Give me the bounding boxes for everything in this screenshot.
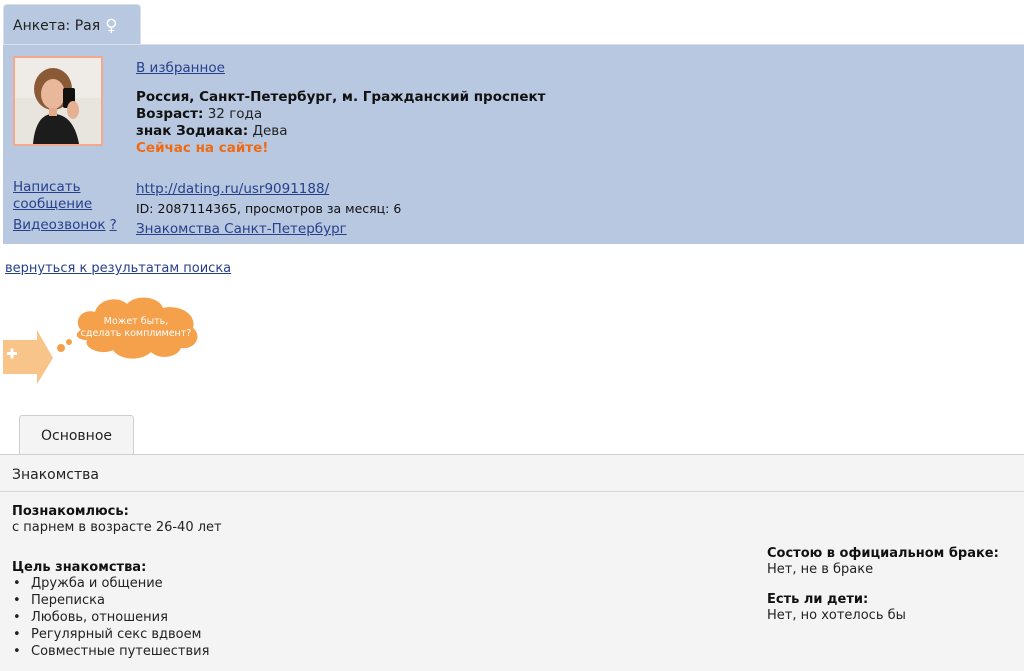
goal-list: Дружба и общение Переписка Любовь, отнош… xyxy=(12,575,222,660)
marriage-value: Нет, не в браке xyxy=(767,562,874,577)
list-item: Любовь, отношения xyxy=(12,609,222,626)
profile-tab[interactable]: Анкета: Рая ♀ xyxy=(3,4,141,46)
seeking-value: с парнем в возрасте 26-40 лет xyxy=(12,520,222,535)
online-status: Сейчас на сайте! xyxy=(136,140,269,156)
profile-photo[interactable] xyxy=(13,56,103,146)
profile-meta: http://dating.ru/usr9091188/ ID: 2087114… xyxy=(136,179,401,239)
list-item: Регулярный секс вдвоем xyxy=(12,626,222,643)
tab-main-label: Основное xyxy=(40,428,113,444)
right-column: Состою в официальном браке: Нет, не в бр… xyxy=(767,546,999,638)
female-gender-icon: ♀ xyxy=(105,16,118,36)
list-item: Совместные путешествия xyxy=(12,643,222,660)
goal-label: Цель знакомства: xyxy=(12,560,147,575)
age-label: Возраст: xyxy=(136,106,204,122)
contact-actions: Написать сообщение Видеозвонок? xyxy=(13,179,117,234)
age-value: 32 года xyxy=(207,106,263,122)
profile-photo-image xyxy=(15,58,101,144)
zodiac-label: знак Зодиака: xyxy=(136,123,249,139)
location-text: Россия, Санкт-Петербург, м. Гражданский … xyxy=(136,89,546,105)
zodiac-value: Дева xyxy=(252,123,288,139)
seeking-label: Познакомлюсь: xyxy=(12,504,129,519)
left-column: Познакомлюсь: с парнем в возрасте 26-40 … xyxy=(12,504,222,660)
city-dating-link[interactable]: Знакомства Санкт-Петербург xyxy=(136,221,347,237)
children-label: Есть ли дети: xyxy=(767,592,869,607)
video-call-link[interactable]: Видеозвонок xyxy=(13,217,106,234)
tab-main[interactable]: Основное xyxy=(19,415,134,455)
back-to-search-link[interactable]: вернуться к результатам поиска xyxy=(5,261,231,276)
profile-tab-label: Анкета: Рая xyxy=(13,18,101,34)
list-item: Переписка xyxy=(12,592,222,609)
list-item: Дружба и общение xyxy=(12,575,222,592)
tab-content: Знакомства Познакомлюсь: с парнем в возр… xyxy=(0,454,1024,671)
children-value: Нет, но хотелось бы xyxy=(767,608,906,623)
write-message-link[interactable]: Написать сообщение xyxy=(13,179,103,213)
profile-id-views: ID: 2087114365, просмотров за месяц: 6 xyxy=(136,201,402,216)
profile-panel: В избранное Россия, Санкт-Петербург, м. … xyxy=(3,44,1024,244)
profile-url-link[interactable]: http://dating.ru/usr9091188/ xyxy=(136,181,329,197)
compliment-graphic: Может быть, сделать комплимент? xyxy=(3,297,198,384)
profile-info: В избранное Россия, Санкт-Петербург, м. … xyxy=(136,60,545,157)
compliment-line1: Может быть, xyxy=(104,316,168,327)
thought-cloud-icon: Может быть, сделать комплимент? xyxy=(57,297,198,359)
video-call-help-link[interactable]: ? xyxy=(110,217,117,234)
marriage-label: Состою в официальном браке: xyxy=(767,546,999,561)
section-title: Знакомства xyxy=(0,455,1024,492)
add-to-favorites-link[interactable]: В избранное xyxy=(136,60,545,76)
compliment-widget[interactable]: Может быть, сделать комплимент? xyxy=(3,292,213,384)
compliment-line2: сделать комплимент? xyxy=(81,328,192,339)
plus-arrow-icon xyxy=(3,330,53,384)
